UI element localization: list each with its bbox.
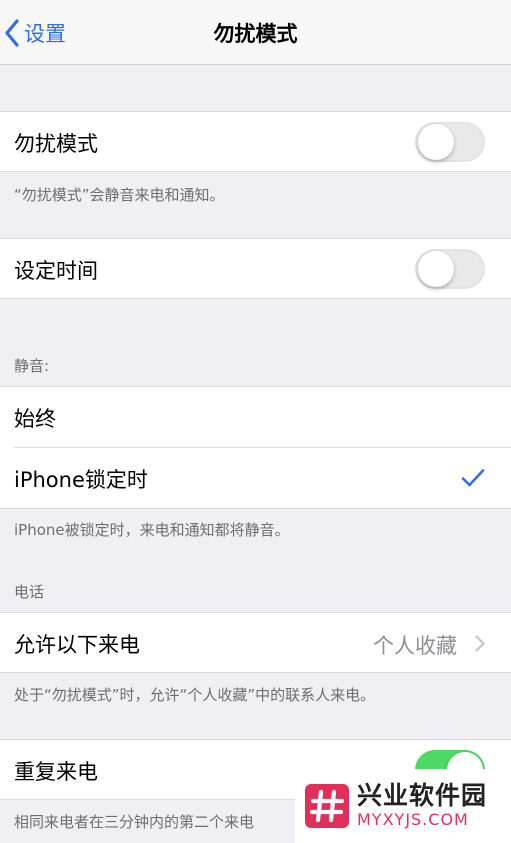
dnd-row: 勿扰模式: [0, 111, 511, 172]
dnd-label: 勿扰模式: [14, 132, 98, 156]
schedule-toggle[interactable]: [415, 249, 485, 289]
allow-calls-value: 个人收藏: [373, 634, 457, 658]
phone-header: 电话: [14, 583, 45, 601]
silence-option-label: 始终: [14, 407, 56, 431]
toggle-knob: [418, 251, 454, 287]
watermark-brand-en: MYXYJS.COM: [357, 810, 469, 829]
allow-calls-label: 允许以下来电: [14, 633, 140, 657]
chevron-right-icon: [475, 635, 485, 652]
toggle-knob: [418, 124, 454, 160]
silence-header: 静音:: [14, 357, 50, 375]
silence-option-label: iPhone锁定时: [14, 468, 148, 492]
watermark: 兴业软件园 MYXYJS.COM: [295, 769, 511, 843]
allow-calls-row[interactable]: 允许以下来电 个人收藏: [0, 612, 511, 673]
silence-option-locked[interactable]: iPhone锁定时: [0, 448, 511, 509]
watermark-text: 兴业软件园 MYXYJS.COM: [357, 782, 487, 830]
silence-group: 始终 iPhone锁定时: [0, 386, 511, 509]
checkmark-icon: [461, 469, 485, 487]
dnd-footnote: “勿扰模式”会静音来电和通知。: [14, 186, 225, 204]
watermark-brand-cn: 兴业软件园: [357, 781, 488, 810]
schedule-row: 设定时间: [0, 238, 511, 299]
dnd-toggle[interactable]: [415, 122, 485, 162]
navigation-bar: 设置 勿扰模式: [0, 0, 511, 65]
repeated-calls-footnote: 相同来电者在三分钟内的第二个来电: [14, 813, 255, 831]
silence-option-always[interactable]: 始终: [0, 387, 511, 448]
hash-logo-icon: [305, 784, 349, 828]
silence-footnote: iPhone被锁定时，来电和通知都将静音。: [14, 521, 290, 539]
repeated-calls-label: 重复来电: [14, 760, 98, 784]
page-title: 勿扰模式: [213, 22, 298, 46]
allow-calls-footnote: 处于“勿扰模式”时，允许“个人收藏”中的联系人来电。: [14, 686, 376, 704]
schedule-label: 设定时间: [14, 259, 98, 283]
